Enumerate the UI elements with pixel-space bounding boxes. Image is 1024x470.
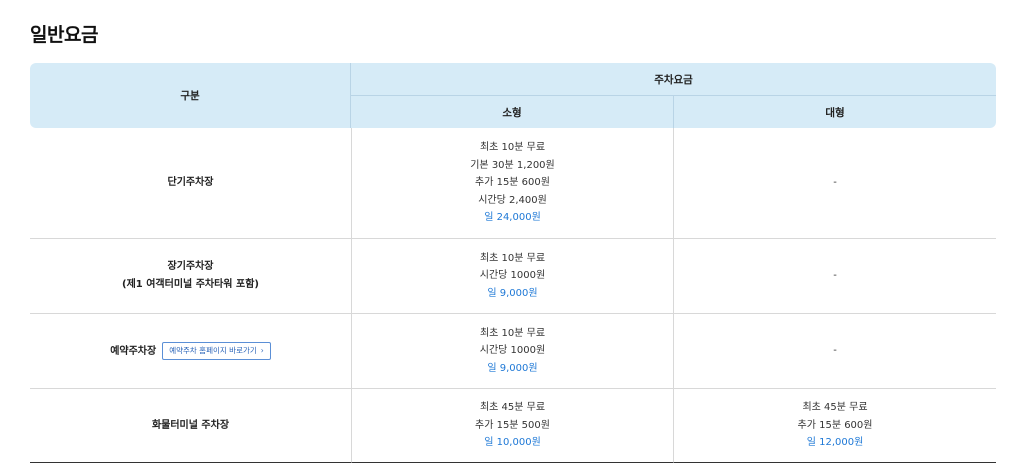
fee-line: 시간당 1000원: [479, 270, 546, 282]
small-fee-cell: 최초 10분 무료 기본 30분 1,200원 추가 15분 600원 시간당 …: [351, 128, 674, 239]
large-fee-cell: -: [674, 128, 997, 239]
fee-line: 추가 15분 500원: [475, 419, 550, 431]
fee-line: 최초 10분 무료: [479, 252, 546, 264]
header-category: 구분: [30, 63, 351, 128]
table-row: 단기주차장 최초 10분 무료 기본 30분 1,200원 추가 15분 600…: [30, 128, 997, 239]
fee-line: 추가 15분 600원: [475, 177, 550, 189]
reservation-homepage-button-label: 예약주차 홈페이지 바로가기: [169, 345, 257, 355]
large-fee-cell: -: [674, 314, 997, 389]
header-parking-fee: 주차요금: [351, 63, 997, 96]
table-row: 장기주차장 (제1 여객터미널 주차타워 포함) 최초 10분 무료 시간당 1…: [30, 239, 997, 314]
row-label: 화물터미널 주차장: [30, 389, 351, 463]
row-label-main: 예약주차장: [110, 345, 157, 357]
row-label: 단기주차장: [30, 128, 351, 239]
fee-line: 최초 45분 무료: [479, 402, 546, 414]
large-fee-cell: 최초 45분 무료 추가 15분 600원 일 12,000원: [674, 389, 997, 463]
fee-line: 최초 10분 무료: [479, 327, 546, 339]
fee-line: 최초 10분 무료: [479, 142, 546, 154]
fee-line: 추가 15분 600원: [797, 419, 873, 431]
daily-fee: 일 9,000원: [487, 362, 538, 374]
header-large: 대형: [674, 96, 997, 128]
fee-line: 시간당 1000원: [479, 345, 546, 357]
large-fee-cell: -: [674, 239, 997, 314]
small-fee-cell: 최초 45분 무료 추가 15분 500원 일 10,000원: [351, 389, 674, 463]
table-row: 화물터미널 주차장 최초 45분 무료 추가 15분 500원 일 10,000…: [30, 389, 997, 463]
row-label-sub: (제1 여객터미널 주차타워 포함): [122, 279, 259, 290]
header-small: 소형: [351, 96, 674, 128]
page: 일반요금 구분 주차요금 소형 대형 단기주차장 최초 10분 무료 기본 30…: [0, 0, 1024, 470]
reservation-homepage-button[interactable]: 예약주차 홈페이지 바로가기 ›: [162, 341, 271, 360]
fee-line: 기본 30분 1,200원: [470, 159, 555, 171]
fee-line: 최초 45분 무료: [802, 402, 868, 414]
row-label-main: 장기주차장: [167, 261, 214, 272]
row-label: 예약주차장 예약주차 홈페이지 바로가기 ›: [30, 314, 351, 389]
small-fee-cell: 최초 10분 무료 시간당 1000원 일 9,000원: [351, 239, 674, 314]
fee-line: 시간당 2,400원: [478, 194, 547, 206]
fee-table: 구분 주차요금 소형 대형 단기주차장 최초 10분 무료 기본 30분 1,2…: [30, 63, 997, 463]
daily-fee: 일 9,000원: [487, 287, 538, 299]
table-row: 예약주차장 예약주차 홈페이지 바로가기 › 최초 10분 무료 시간당 1000원…: [30, 314, 997, 389]
chevron-right-icon: ›: [260, 345, 264, 355]
row-label: 장기주차장 (제1 여객터미널 주차타워 포함): [30, 239, 351, 314]
small-fee-cell: 최초 10분 무료 시간당 1000원 일 9,000원: [351, 314, 674, 389]
daily-fee: 일 24,000원: [484, 212, 541, 224]
daily-fee: 일 12,000원: [806, 437, 864, 449]
page-title: 일반요금: [30, 24, 98, 46]
daily-fee: 일 10,000원: [484, 437, 541, 449]
